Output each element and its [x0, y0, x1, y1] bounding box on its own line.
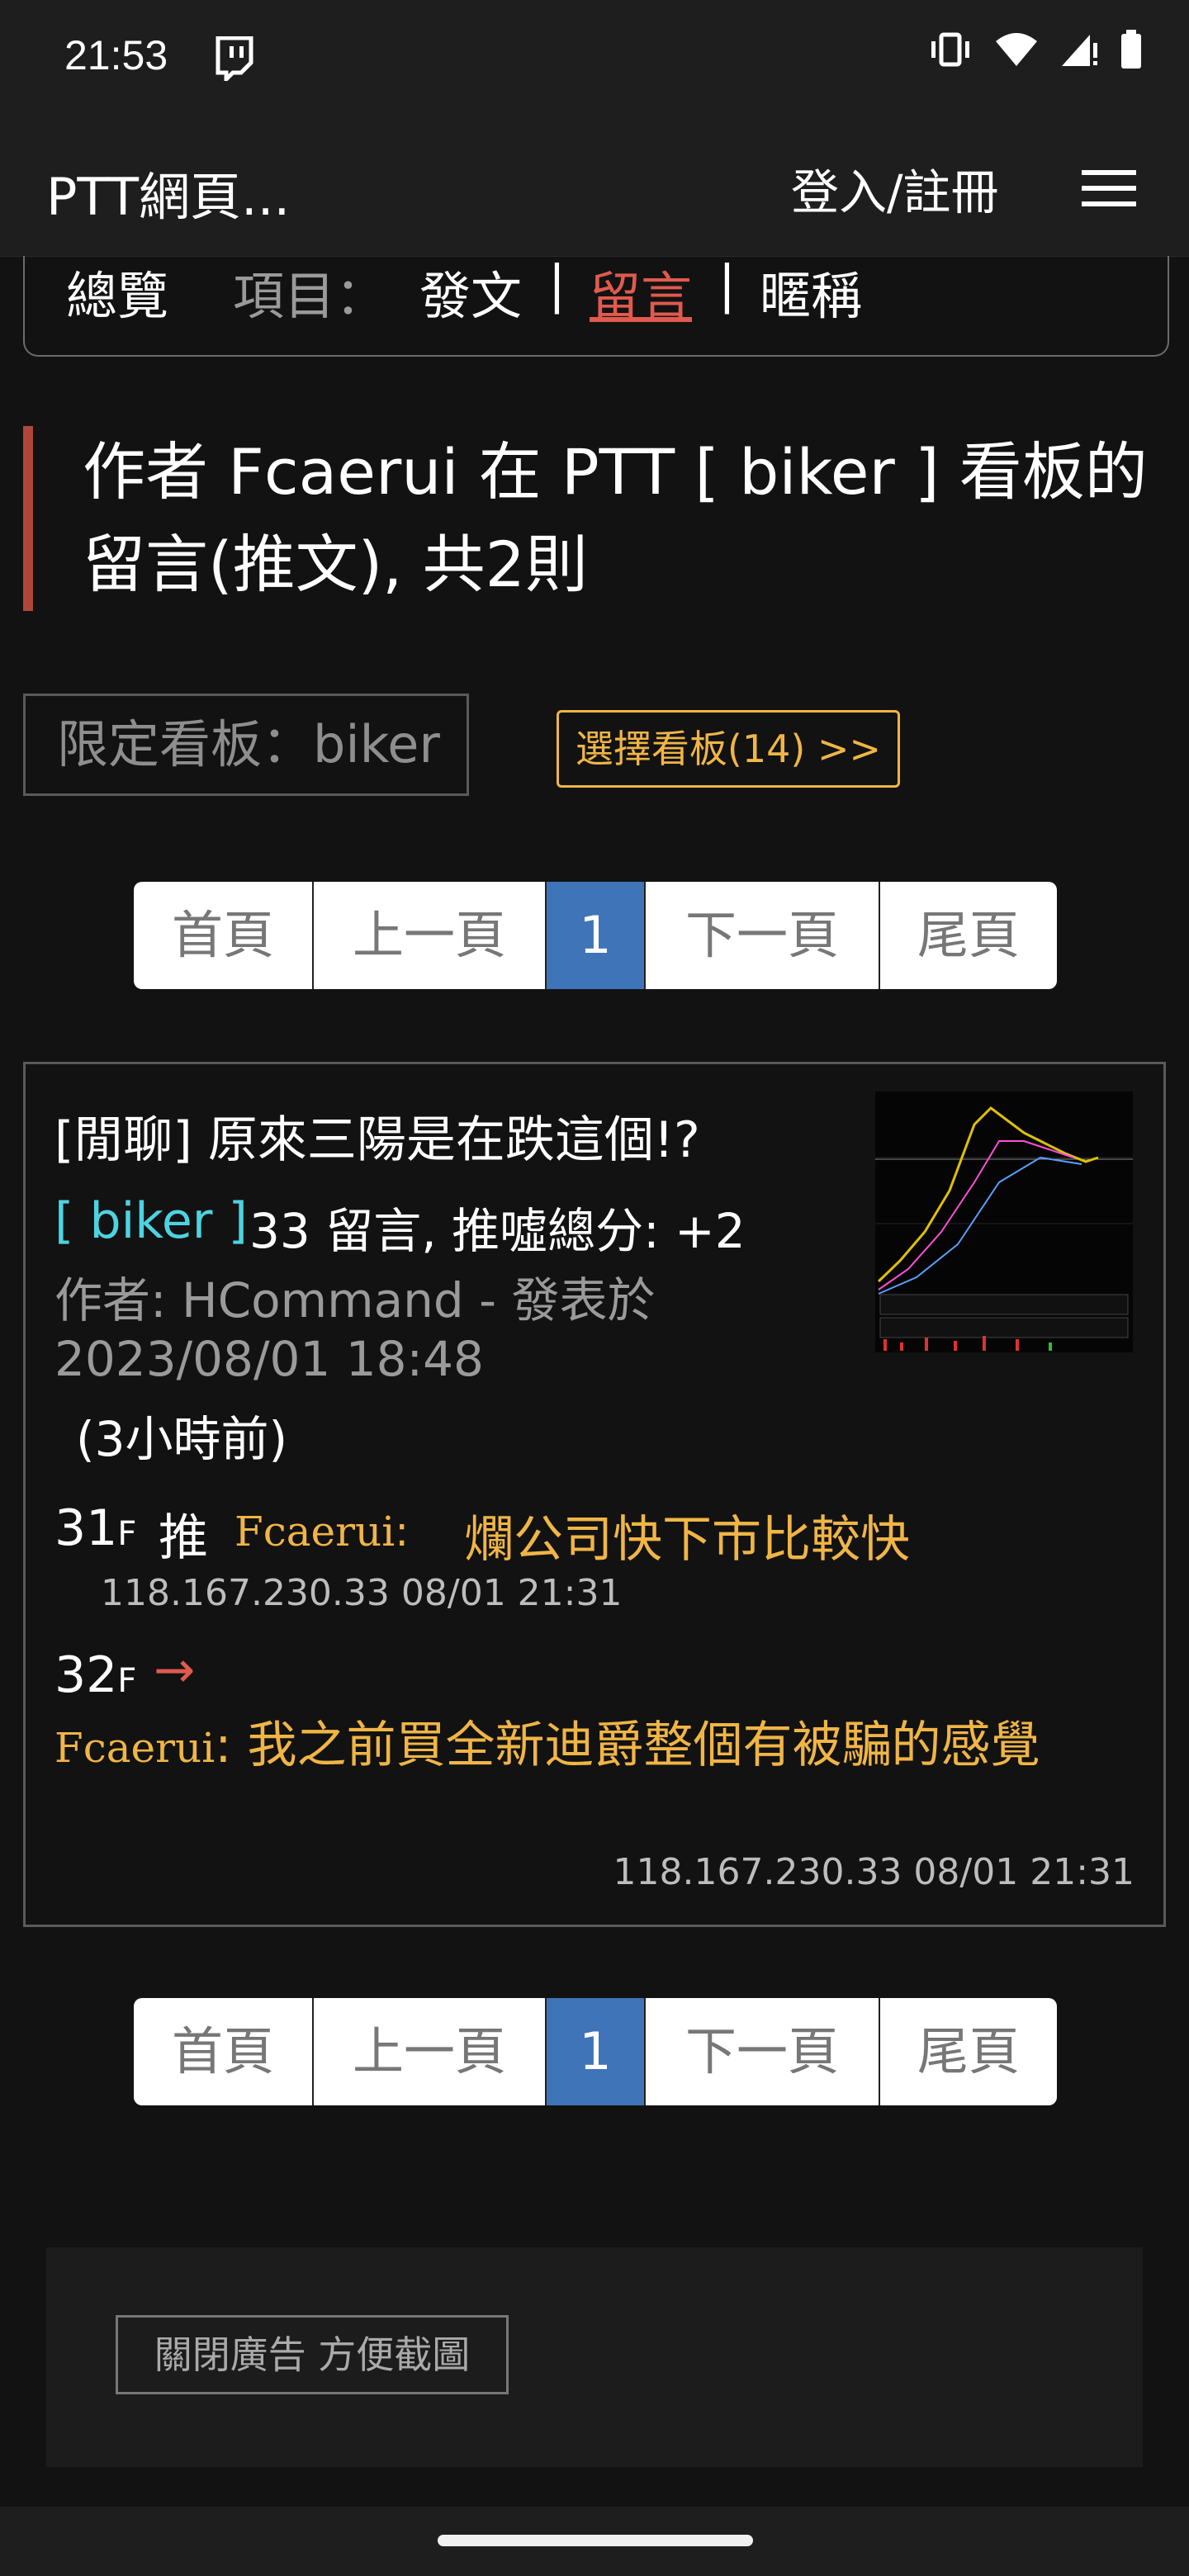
tab-overview[interactable]: 總覽 [66, 254, 168, 329]
post-board-link[interactable]: [ biker ] [54, 1192, 248, 1250]
tab-comments[interactable]: 留言 [590, 254, 692, 329]
comment-user-id[interactable]: Fcaerui [234, 1508, 395, 1556]
page-next-button[interactable]: 下一頁 [646, 1998, 880, 2105]
post-stats: 33 留言, 推噓總分: +2 [249, 1203, 746, 1259]
home-indicator[interactable] [438, 2535, 753, 2546]
page-title: 作者 Fcaerui 在 PTT [ biker ] 看板的留言(推文), 共2… [83, 435, 1148, 601]
login-register-link[interactable]: 登入/註冊 [791, 154, 999, 223]
comment-user: Fcaerui: [234, 1508, 409, 1556]
status-icons [928, 30, 1143, 73]
pagination-top: 首頁 上一頁 1 下一頁 尾頁 [134, 882, 1057, 989]
tab-nickname[interactable]: 暱稱 [760, 254, 862, 329]
comment-floor: 32F [54, 1646, 136, 1704]
heading-accent-bar [23, 426, 33, 611]
twitch-icon [213, 36, 254, 85]
page-current-button[interactable]: 1 [547, 882, 646, 989]
post-author: 作者: HCommand - 發表於 [54, 1272, 656, 1328]
page-prev-button[interactable]: 上一頁 [314, 882, 547, 989]
post-date: 2023/08/01 18:48 [54, 1331, 484, 1387]
post-title[interactable]: [閒聊] 原來三陽是在跌這個!? [54, 1100, 700, 1172]
comment-floor-number: 32 [54, 1646, 118, 1704]
page-current-button[interactable]: 1 [547, 1998, 646, 2105]
app-title[interactable]: PTT網頁... [46, 155, 290, 230]
status-time: 21:53 [64, 32, 168, 78]
signal-icon [1060, 31, 1098, 71]
separator: | [548, 254, 566, 315]
choose-board-button[interactable]: 選擇看板(14) >> [557, 710, 900, 788]
page-first-button[interactable]: 首頁 [134, 1998, 314, 2105]
hamburger-menu-icon[interactable] [1082, 167, 1136, 210]
comment-meta: 118.167.230.33 08/01 21:31 [613, 1851, 1135, 1893]
board-filter-text: 限定看板：biker [57, 714, 440, 774]
comment-body: Fcaerui: 我之前買全新迪爵整個有被騙的感覺 [54, 1711, 1128, 1783]
comment-floor-suffix: F [117, 1515, 137, 1553]
comment-text: 爛公司快下市比較快 [464, 1511, 910, 1569]
pagination-bottom: 首頁 上一頁 1 下一頁 尾頁 [134, 1998, 1057, 2105]
items-label: 項目： [233, 266, 387, 326]
comment-floor: 31F [54, 1499, 136, 1557]
comment-arrow-tag: → [154, 1641, 196, 1699]
page-prev-button[interactable]: 上一頁 [314, 1998, 547, 2105]
comment-text: 我之前買全新迪爵整個有被騙的感覺 [247, 1717, 1040, 1774]
page-last-button[interactable]: 尾頁 [880, 1998, 1057, 2105]
page-next-button[interactable]: 下一頁 [646, 882, 880, 989]
comment-floor-number: 31 [54, 1499, 118, 1557]
vibrate-icon [928, 31, 973, 71]
tab-posts[interactable]: 發文 [419, 254, 522, 329]
close-ad-button[interactable]: 關閉廣告 方便截圖 [116, 2315, 509, 2394]
comment-user-id[interactable]: Fcaerui [54, 1724, 215, 1772]
comment-push-tag: 推 [159, 1509, 208, 1567]
comment-colon: : [215, 1717, 232, 1774]
comment-colon: : [395, 1508, 410, 1556]
post-thumbnail[interactable] [875, 1091, 1133, 1352]
separator: | [718, 254, 736, 315]
wifi-icon [994, 31, 1039, 71]
board-filter-label: 限定看板：biker [23, 694, 469, 796]
comment-floor-suffix: F [117, 1662, 137, 1700]
post-relative-time: (3小時前) [76, 1411, 288, 1467]
comment-meta: 118.167.230.33 08/01 21:31 [101, 1572, 623, 1614]
page-last-button[interactable]: 尾頁 [880, 882, 1057, 989]
battery-icon [1120, 30, 1143, 73]
page-first-button[interactable]: 首頁 [134, 882, 314, 989]
